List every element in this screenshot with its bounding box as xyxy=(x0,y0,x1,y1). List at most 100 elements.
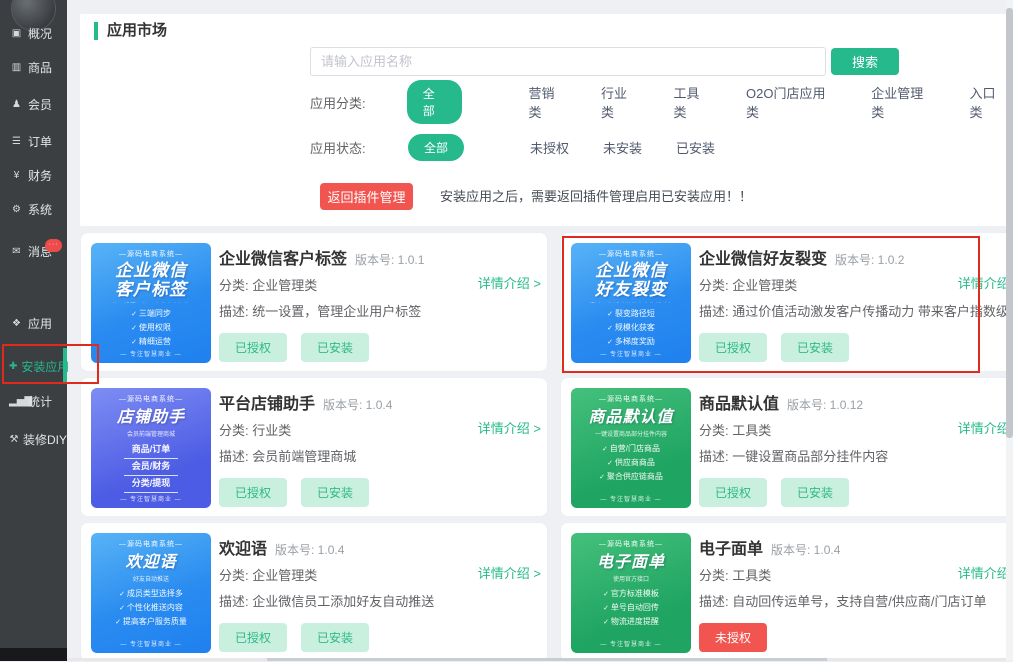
sidebar-item-apps[interactable]: ❖ 应用 xyxy=(0,312,67,334)
sidebar-item-goods[interactable]: ▥ 商品 xyxy=(0,56,67,78)
thumb-bullet: 成员类型选择多 xyxy=(119,587,183,601)
category-option[interactable]: 工具类 xyxy=(673,83,712,121)
category-option[interactable]: 入口类 xyxy=(969,83,1008,121)
installed-badge: 已安装 xyxy=(301,333,369,362)
thumb-banner: —源码电商系统— xyxy=(598,249,664,261)
thumb-bullets: 商品/订单 会员/财务 分类/提现 xyxy=(124,442,179,493)
sidebar-item-label: 统计 xyxy=(28,393,52,410)
thumb-title: 欢迎语 xyxy=(125,553,176,572)
app-version: 版本号: 1.0.4 xyxy=(771,543,840,557)
members-icon: ♟ xyxy=(9,99,24,110)
app-name: 电子面单版本号: 1.0.4 xyxy=(699,535,840,559)
sidebar-item-system[interactable]: ⚙ 系统 xyxy=(0,198,67,220)
category-option[interactable]: 营销类 xyxy=(528,83,567,121)
status-option[interactable]: 已安装 xyxy=(676,138,715,157)
search-button[interactable]: 搜索 xyxy=(831,48,899,75)
sidebar-item-label: 应用 xyxy=(28,315,52,332)
thumb-subtitle: 使用官方接口 xyxy=(613,574,649,583)
app-name-text: 企业微信好友裂变 xyxy=(699,251,827,268)
app-name: 商品默认值版本号: 1.0.12 xyxy=(699,390,863,414)
thumb-bullets: 裂变路径短 规模化获客 多梯度奖励 xyxy=(607,307,655,349)
thumb-title: 企业微信 xyxy=(115,261,187,280)
authorized-badge: 已授权 xyxy=(219,623,287,652)
thumb-banner: —源码电商系统— xyxy=(598,539,664,551)
app-description: 描述: 通过价值活动激发客户传播动力 带来客户指数级新增 xyxy=(699,301,1013,320)
sidebar-item-orders[interactable]: ☰ 订单 xyxy=(0,130,67,152)
sidebar-item-diy[interactable]: ⚒ 装修DIY xyxy=(0,428,67,450)
category-option[interactable]: 行业类 xyxy=(601,83,640,121)
install-notice-text: 安装应用之后，需要返回插件管理启用已安装应用！！ xyxy=(440,183,752,210)
app-name: 欢迎语版本号: 1.0.4 xyxy=(219,535,344,559)
status-option[interactable]: 未授权 xyxy=(530,138,569,157)
sidebar-item-label: 会员 xyxy=(28,96,52,113)
category-all-pill[interactable]: 全部 xyxy=(407,80,463,124)
hammer-icon: ⚒ xyxy=(9,434,19,445)
thumb-subtitle: 好友自动推送 xyxy=(133,574,169,583)
app-description: 描述: 会员前端管理商城 xyxy=(219,446,539,465)
install-icon: ✚ xyxy=(9,361,17,372)
status-option[interactable]: 未安装 xyxy=(603,138,642,157)
sidebar-item-label: 财务 xyxy=(28,167,52,184)
app-thumbnail: —源码电商系统— 商品默认值 一键设置商品部分挂件内容 自营/门店商品 供应商商… xyxy=(571,388,691,508)
thumb-bullets: 三端同步 使用权限 精细运营 xyxy=(131,307,171,349)
vertical-scrollbar[interactable] xyxy=(1006,0,1013,661)
search-input[interactable] xyxy=(310,47,826,76)
installed-badge: 已安装 xyxy=(301,478,369,507)
sidebar-item-overview[interactable]: ▣ 概况 xyxy=(0,22,67,44)
cart-icon: ☰ xyxy=(9,136,24,147)
thumb-title: 电子面单 xyxy=(597,553,665,572)
unauthorized-badge: 未授权 xyxy=(699,623,767,652)
status-badges: 已授权 已安装 xyxy=(699,478,849,507)
category-option[interactable]: 企业管理类 xyxy=(871,83,935,121)
sidebar-item-stats[interactable]: ▂▅▇ 统计 xyxy=(0,390,67,412)
app-category: 分类: 行业类 xyxy=(219,420,291,439)
app-description: 描述: 自动回传运单号，支持自营/供应商/门店订单 xyxy=(699,591,1013,610)
sidebar-item-members[interactable]: ♟ 会员 xyxy=(0,93,67,115)
apps-icon: ❖ xyxy=(9,318,24,329)
thumb-bullet: 多梯度奖励 xyxy=(607,335,655,349)
thumb-bullet: 三端同步 xyxy=(131,307,171,321)
thumb-bullet: 使用权限 xyxy=(131,321,171,335)
sidebar-item-install-apps[interactable]: ✚ 安装应用 xyxy=(0,355,67,377)
detail-link[interactable]: 详情介绍 > xyxy=(478,273,541,292)
thumb-footer: — 专注智慧商业 — xyxy=(120,349,181,358)
app-name-text: 平台店铺助手 xyxy=(219,396,315,413)
bar-chart-icon: ▂▅▇ xyxy=(9,396,24,407)
status-all-pill[interactable]: 全部 xyxy=(408,134,464,161)
installed-badge: 已安装 xyxy=(781,333,849,362)
thumb-banner: —源码电商系统— xyxy=(118,539,184,551)
detail-link[interactable]: 详情介绍 > xyxy=(478,563,541,582)
app-card-wecom-tags: —源码电商系统— 企业微信 客户标签 统一设置，管理企业客户标签 三端同步 使用… xyxy=(80,232,548,372)
app-category: 分类: 企业管理类 xyxy=(219,565,317,584)
app-category: 分类: 企业管理类 xyxy=(219,275,317,294)
app-thumbnail: —源码电商系统— 欢迎语 好友自动推送 成员类型选择多 个性化推送内容 提高客户… xyxy=(91,533,211,653)
app-category: 分类: 工具类 xyxy=(699,420,771,439)
back-to-plugins-button[interactable]: 返回插件管理 xyxy=(320,183,413,210)
detail-link[interactable]: 详情介绍 > xyxy=(958,563,1013,582)
app-version: 版本号: 1.0.12 xyxy=(787,398,863,412)
app-card-e-waybill: —源码电商系统— 电子面单 使用官方接口 官方标准模板 单号自动回传 物流进度提… xyxy=(560,522,1013,662)
sidebar-item-label: 装修DIY xyxy=(23,431,67,448)
vertical-scrollbar-thumb[interactable] xyxy=(1006,8,1013,438)
category-filter-label: 应用分类: xyxy=(310,93,407,112)
goods-icon: ▥ xyxy=(9,62,24,73)
status-badges: 已授权 已安装 xyxy=(699,333,849,362)
thumb-title: 商品默认值 xyxy=(588,408,673,427)
app-card-wecom-fission: —源码电商系统— 企业微信 好友裂变 通过价值活动激发客户传播动力 裂变路径短 … xyxy=(560,232,1013,372)
authorized-badge: 已授权 xyxy=(219,333,287,362)
installed-badge: 已安装 xyxy=(301,623,369,652)
category-filter-row: 应用分类: 全部 营销类 行业类 工具类 O2O门店应用类 企业管理类 入口类 xyxy=(310,89,1008,115)
category-option[interactable]: O2O门店应用类 xyxy=(746,83,837,121)
app-category: 分类: 企业管理类 xyxy=(699,275,797,294)
app-description: 描述: 统一设置，管理企业用户标签 xyxy=(219,301,539,320)
app-name-text: 欢迎语 xyxy=(219,541,267,558)
thumb-footer: — 专注智慧商业 — xyxy=(120,494,181,503)
app-name: 企业微信客户标签版本号: 1.0.1 xyxy=(219,245,424,269)
detail-link[interactable]: 详情介绍 > xyxy=(478,418,541,437)
detail-link[interactable]: 详情介绍 > xyxy=(958,273,1013,292)
thumb-bullet: 自营/门店商品 xyxy=(602,442,660,456)
thumb-bullet: 会员/财务 xyxy=(124,459,179,476)
sidebar: ▣ 概况 ▥ 商品 ♟ 会员 ☰ 订单 ¥ 财务 ⚙ 系统 ✉ 消息 ··· ❖… xyxy=(0,0,67,661)
sidebar-item-finance[interactable]: ¥ 财务 xyxy=(0,164,67,186)
detail-link[interactable]: 详情介绍 > xyxy=(958,418,1013,437)
